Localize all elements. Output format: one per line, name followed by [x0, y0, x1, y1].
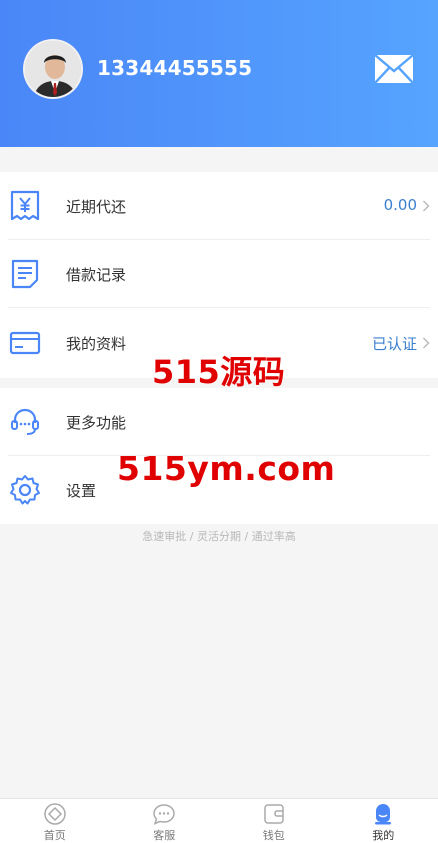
card-icon [9, 331, 41, 355]
avatar-photo-icon [25, 41, 81, 97]
slogan-text: 急速审批 / 灵活分期 / 通过率高 [142, 530, 296, 543]
watermark-text: 515源码 [152, 353, 286, 391]
menu-item-label: 近期代还 [66, 198, 127, 216]
tab-home[interactable]: 首页 [0, 799, 110, 843]
home-icon [44, 803, 66, 825]
wallet-icon [264, 804, 284, 824]
recent-repay-amount: 0.00 [383, 196, 417, 214]
menu-item-label: 借款记录 [66, 266, 127, 284]
headset-icon [11, 408, 39, 435]
tab-label: 我的 [372, 829, 395, 842]
user-icon [375, 804, 392, 825]
menu-item-label: 我的资料 [66, 335, 127, 353]
user-phone: 13344455555 [97, 56, 253, 80]
chat-icon [153, 804, 176, 825]
profile-status: 已认证 [371, 335, 417, 353]
mail-icon[interactable] [374, 54, 414, 84]
gear-icon [10, 475, 40, 505]
watermark-url: 515ym.com [117, 449, 336, 488]
tab-mine[interactable]: 我的 [329, 799, 438, 843]
menu-item-more-features[interactable]: 更多功能 [0, 388, 438, 456]
chevron-right-icon [422, 200, 430, 212]
document-icon [11, 259, 39, 289]
menu-item-recent-repay[interactable]: 近期代还 0.00 [0, 172, 438, 240]
menu-item-loan-records[interactable]: 借款记录 [0, 240, 438, 308]
avatar[interactable] [23, 39, 83, 99]
chevron-right-icon [422, 337, 430, 349]
yuan-receipt-icon [10, 190, 40, 221]
tab-service[interactable]: 客服 [110, 799, 220, 843]
bottom-tabbar: 首页 客服 钱包 我的 [0, 798, 438, 843]
menu-item-label: 设置 [66, 482, 97, 500]
tab-wallet[interactable]: 钱包 [219, 799, 329, 843]
tab-label: 客服 [153, 829, 176, 842]
menu-item-label: 更多功能 [66, 414, 127, 432]
tab-label: 首页 [43, 829, 66, 842]
profile-header: 13344455555 [0, 0, 438, 147]
tab-label: 钱包 [262, 829, 285, 842]
divider [8, 307, 430, 308]
